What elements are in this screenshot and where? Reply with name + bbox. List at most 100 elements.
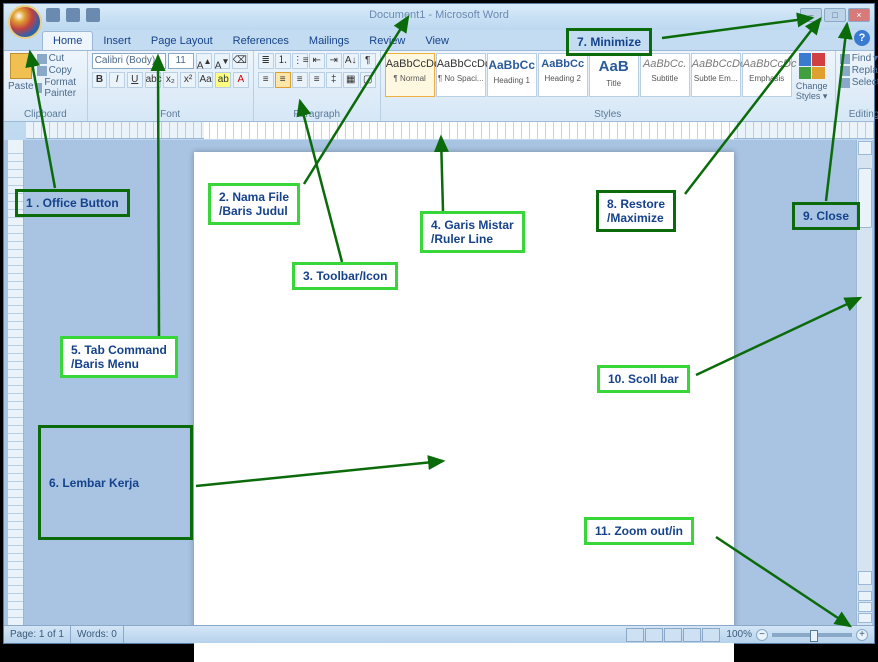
show-marks-button[interactable]: ¶ — [360, 53, 376, 69]
office-button[interactable] — [8, 5, 42, 39]
group-paragraph-label: Paragraph — [258, 109, 376, 121]
change-case-button[interactable]: Aa — [198, 72, 214, 88]
zoom-slider[interactable] — [772, 633, 852, 637]
maximize-button[interactable]: □ — [824, 8, 846, 22]
group-styles-label: Styles — [385, 109, 831, 121]
tab-mailings[interactable]: Mailings — [299, 32, 359, 50]
annotation-8: 8. Restore /Maximize — [596, 190, 676, 232]
tab-insert[interactable]: Insert — [93, 32, 141, 50]
subscript-button[interactable]: x₂ — [163, 72, 179, 88]
style-heading-2[interactable]: AaBbCcHeading 2 — [538, 53, 588, 97]
scroll-down-button[interactable] — [858, 571, 872, 585]
indent-increase-button[interactable]: ⇥ — [326, 53, 342, 69]
annotation-7: 7. Minimize — [566, 28, 652, 56]
help-icon[interactable]: ? — [854, 30, 870, 46]
title-bar: Document1 - Microsoft Word – □ × — [4, 4, 874, 30]
sort-button[interactable]: A↓ — [343, 53, 359, 69]
font-color-button[interactable]: A — [233, 72, 249, 88]
annotation-4: 4. Garis Mistar /Ruler Line — [420, 211, 525, 253]
replace-icon — [840, 66, 850, 76]
ribbon-tabs: Home Insert Page Layout References Maili… — [42, 30, 874, 50]
align-left-button[interactable]: ≡ — [258, 72, 274, 88]
close-button[interactable]: × — [848, 8, 870, 22]
style-emphasis[interactable]: AaBbCcDcEmphasis — [742, 53, 792, 97]
copy-icon — [37, 66, 47, 76]
format-painter-button[interactable]: Format Painter — [37, 77, 83, 99]
replace-button[interactable]: Replace — [840, 65, 878, 76]
superscript-button[interactable]: x² — [180, 72, 196, 88]
zoom-level[interactable]: 100% — [726, 629, 752, 640]
cut-button[interactable]: Cut — [37, 53, 83, 64]
indent-decrease-button[interactable]: ⇤ — [309, 53, 325, 69]
strike-button[interactable]: abc — [145, 72, 161, 88]
window-title: Document1 - Microsoft Word — [369, 9, 509, 21]
annotation-3: 3. Toolbar/Icon — [292, 262, 398, 290]
paste-icon — [10, 53, 32, 79]
shading-button[interactable]: ▦ — [343, 72, 359, 88]
grow-font-icon[interactable]: A▲ — [196, 53, 212, 69]
highlight-button[interactable]: ab — [215, 72, 231, 88]
ribbon: Paste Cut Copy Format Painter Clipboard … — [4, 50, 874, 122]
style-subtle-em-[interactable]: AaBbCcDcSubtle Em... — [691, 53, 741, 97]
align-center-button[interactable]: ≡ — [275, 72, 291, 88]
group-clipboard-label: Clipboard — [8, 109, 83, 121]
zoom-control[interactable]: 100% − + — [726, 629, 868, 641]
bold-button[interactable]: B — [92, 72, 108, 88]
annotation-1: 1 . Office Button — [15, 189, 130, 217]
style-heading-1[interactable]: AaBbCcHeading 1 — [487, 53, 537, 97]
annotation-10: 10. Scoll bar — [597, 365, 690, 393]
font-size-select[interactable]: 11 — [168, 53, 194, 69]
annotation-11: 11. Zoom out/in — [584, 517, 694, 545]
redo-icon[interactable] — [86, 8, 100, 22]
view-buttons[interactable] — [626, 628, 720, 642]
copy-button[interactable]: Copy — [37, 65, 83, 76]
scissors-icon — [37, 54, 47, 64]
page-indicator[interactable]: Page: 1 of 1 — [4, 626, 71, 643]
zoom-out-button[interactable]: − — [756, 629, 768, 641]
style-title[interactable]: AaBTitle — [589, 53, 639, 97]
minimize-button[interactable]: – — [800, 8, 822, 22]
tab-review[interactable]: Review — [359, 32, 415, 50]
word-count[interactable]: Words: 0 — [71, 626, 124, 643]
font-name-select[interactable]: Calibri (Body) — [92, 53, 166, 69]
multilevel-button[interactable]: ⋮≡ — [292, 53, 308, 69]
clear-format-icon[interactable]: ⌫ — [232, 53, 248, 69]
styles-gallery[interactable]: AaBbCcDc¶ NormalAaBbCcDc¶ No Spaci...AaB… — [385, 53, 831, 102]
borders-button[interactable]: ▢ — [360, 72, 376, 88]
numbering-button[interactable]: ⒈ — [275, 53, 291, 69]
group-editing-label: Editing — [840, 109, 878, 121]
find-button[interactable]: Find ▾ — [840, 53, 878, 64]
align-right-button[interactable]: ≡ — [292, 72, 308, 88]
annotation-5: 5. Tab Command /Baris Menu — [60, 336, 178, 378]
justify-button[interactable]: ≡ — [309, 72, 325, 88]
tab-home[interactable]: Home — [42, 31, 93, 50]
line-spacing-button[interactable]: ‡ — [326, 72, 342, 88]
horizontal-ruler[interactable] — [26, 122, 874, 139]
bullets-button[interactable]: ≣ — [258, 53, 274, 69]
quick-access-toolbar[interactable] — [46, 8, 100, 22]
paste-button[interactable]: Paste — [8, 53, 34, 99]
annotation-6: 6. Lembar Kerja — [38, 425, 193, 540]
scroll-thumb[interactable] — [858, 168, 872, 228]
underline-button[interactable]: U — [127, 72, 143, 88]
scroll-up-button[interactable] — [858, 141, 872, 155]
italic-button[interactable]: I — [109, 72, 125, 88]
undo-icon[interactable] — [66, 8, 80, 22]
shrink-font-icon[interactable]: A▼ — [214, 53, 230, 69]
status-bar: Page: 1 of 1 Words: 0 100% − + — [4, 625, 874, 643]
save-icon[interactable] — [46, 8, 60, 22]
group-font-label: Font — [92, 109, 249, 121]
find-icon — [840, 54, 850, 64]
select-button[interactable]: Select ▾ — [840, 77, 878, 88]
annotation-2: 2. Nama File /Baris Judul — [208, 183, 300, 225]
annotation-9: 9. Close — [792, 202, 860, 230]
tab-page-layout[interactable]: Page Layout — [141, 32, 223, 50]
style--normal[interactable]: AaBbCcDc¶ Normal — [385, 53, 435, 97]
style-subtitle[interactable]: AaBbCc.Subtitle — [640, 53, 690, 97]
style--no-spaci-[interactable]: AaBbCcDc¶ No Spaci... — [436, 53, 486, 97]
brush-icon — [37, 83, 43, 93]
tab-view[interactable]: View — [415, 32, 459, 50]
zoom-in-button[interactable]: + — [856, 629, 868, 641]
tab-references[interactable]: References — [223, 32, 299, 50]
change-styles-button[interactable]: Change Styles ▾ — [793, 53, 831, 102]
